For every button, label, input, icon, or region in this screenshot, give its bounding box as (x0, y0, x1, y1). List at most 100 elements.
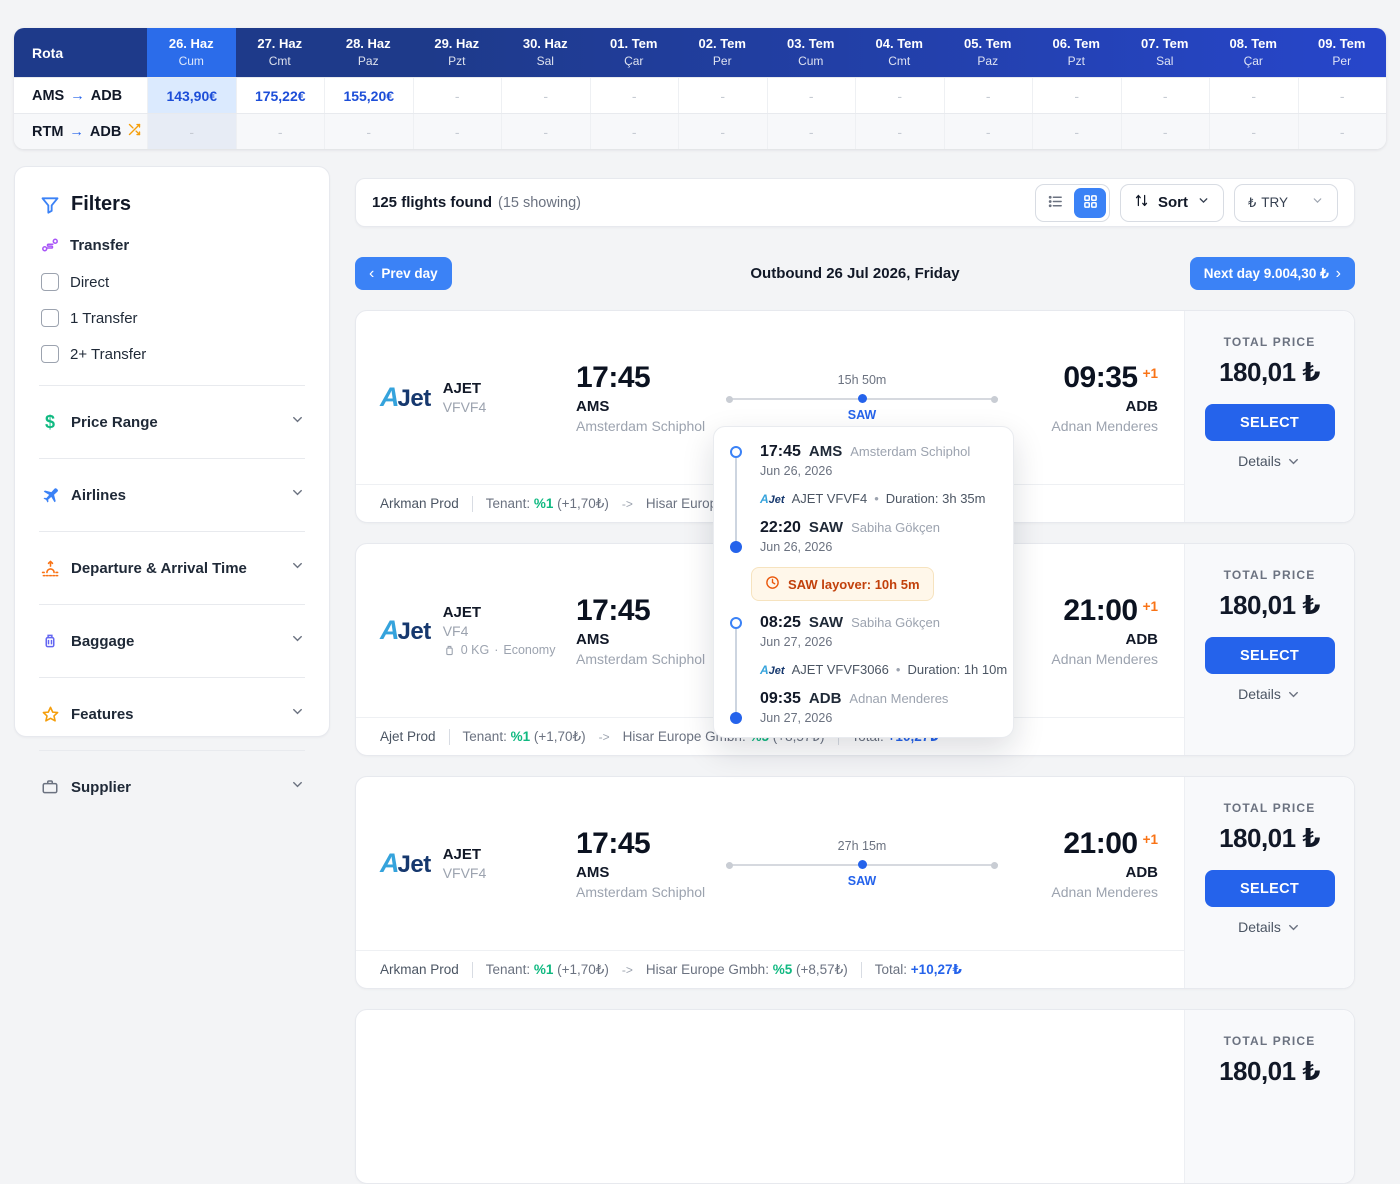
segment-flight-number: AJET VFVF3066 (792, 662, 889, 677)
price-cell[interactable]: - (501, 78, 590, 113)
strip-divider (472, 496, 473, 512)
grid-view-button[interactable] (1074, 188, 1106, 218)
segment-flight-row: AJet AJET VFVF4 • Duration: 3h 35m (760, 491, 997, 506)
total-price-value: 180,01 ₺ (1219, 357, 1320, 388)
route-to: ADB (91, 88, 122, 104)
price-cell[interactable]: - (324, 114, 413, 149)
price-cell[interactable]: - (855, 114, 944, 149)
date-column-01[interactable]: 01. TemÇar (590, 28, 679, 77)
currency-select[interactable]: ₺ TRY (1234, 184, 1338, 222)
date-column-06[interactable]: 06. TemPzt (1032, 28, 1121, 77)
date-column-07[interactable]: 07. TemSal (1121, 28, 1210, 77)
filter-option-1-transfer[interactable]: 1 Transfer (39, 300, 305, 336)
arrival-airport-name: Adnan Menderes (998, 418, 1158, 434)
tenant-percent: %1 (534, 496, 554, 511)
price-panel: TOTAL PRICE180,01 ₺ (1184, 1010, 1354, 1183)
segment-arr-date: Jun 27, 2026 (760, 711, 997, 725)
price-cell[interactable]: - (767, 114, 856, 149)
list-view-button[interactable] (1039, 188, 1071, 218)
day-label: Çar (1209, 54, 1298, 68)
details-toggle[interactable]: Details (1238, 453, 1301, 469)
segment-flight-row: AJet AJET VFVF3066 • Duration: 1h 10m (760, 662, 997, 677)
price-cell[interactable]: - (1121, 114, 1210, 149)
filter-section-features[interactable]: Features (39, 691, 305, 737)
filter-section-baggage[interactable]: Baggage (39, 618, 305, 664)
price-cell[interactable]: - (1298, 78, 1387, 113)
price-cell[interactable]: - (944, 78, 1033, 113)
date-column-27[interactable]: 27. HazCmt (236, 28, 325, 77)
baggage-allowance: 0 KG (461, 643, 490, 657)
prev-day-button[interactable]: ‹ Prev day (355, 257, 452, 290)
departure-time: 17:45 (576, 361, 726, 395)
checkbox[interactable] (41, 309, 59, 327)
day-label: Per (678, 54, 767, 68)
filter-option-2-transfer[interactable]: 2+ Transfer (39, 336, 305, 372)
sort-button[interactable]: Sort (1120, 184, 1224, 222)
select-button[interactable]: SELECT (1205, 870, 1335, 907)
price-cell[interactable]: 175,22€ (236, 78, 325, 113)
price-cell[interactable]: - (944, 114, 1033, 149)
price-cell[interactable]: 143,90€ (147, 78, 236, 113)
price-cell[interactable]: - (236, 114, 325, 149)
price-cell[interactable]: - (1032, 78, 1121, 113)
filter-option-direct[interactable]: Direct (39, 264, 305, 300)
filter-section-departure-arrival-time[interactable]: Departure & Arrival Time (39, 545, 305, 591)
flight-card: AJetAJETVFVF417:45AMSAmsterdam Schiphol2… (355, 776, 1355, 989)
price-cell[interactable]: - (413, 78, 502, 113)
duration-track (726, 394, 998, 403)
transfer-section-header: Transfer (39, 236, 305, 254)
price-cell[interactable]: 155,20€ (324, 78, 413, 113)
select-button[interactable]: SELECT (1205, 404, 1335, 441)
date-column-26[interactable]: 26. HazCum (147, 28, 236, 77)
filters-sidebar: Filters Transfer Direct1 Transfer2+ Tran… (14, 166, 330, 737)
date-column-05[interactable]: 05. TemPaz (944, 28, 1033, 77)
view-toggle (1035, 184, 1110, 222)
details-toggle[interactable]: Details (1238, 919, 1301, 935)
date-column-03[interactable]: 03. TemCum (767, 28, 856, 77)
filter-section-airlines[interactable]: Airlines (39, 472, 305, 518)
price-cell[interactable]: - (1209, 78, 1298, 113)
departure-block: 17:45AMSAmsterdam Schiphol (576, 594, 726, 667)
price-cell[interactable]: - (501, 114, 590, 149)
date-column-29[interactable]: 29. HazPzt (413, 28, 502, 77)
markup-total: Total: +10,27₺ (875, 962, 962, 978)
checkbox[interactable] (41, 345, 59, 363)
price-cell[interactable]: - (678, 78, 767, 113)
arrival-time: 09:35 (1063, 361, 1137, 395)
price-cell[interactable]: - (147, 114, 236, 149)
price-cell[interactable]: - (767, 78, 856, 113)
next-day-button[interactable]: Next day 9.004,30 ₺ › (1190, 257, 1355, 290)
price-cell[interactable]: - (1209, 114, 1298, 149)
filter-section-price-range[interactable]: $Price Range (39, 399, 305, 445)
arrival-airport-code: ADB (998, 864, 1158, 881)
grid-icon (1083, 194, 1098, 212)
stopover-dot (858, 860, 867, 869)
date-column-08[interactable]: 08. TemÇar (1209, 28, 1298, 77)
date-column-30[interactable]: 30. HazSal (501, 28, 590, 77)
price-cell[interactable]: - (1298, 114, 1387, 149)
segment-arr-code: ADB (809, 690, 842, 707)
date-column-28[interactable]: 28. HazPaz (324, 28, 413, 77)
date-column-09[interactable]: 09. TemPer (1298, 28, 1387, 77)
details-toggle[interactable]: Details (1238, 686, 1301, 702)
price-cell[interactable]: - (590, 78, 679, 113)
price-cell[interactable]: - (855, 78, 944, 113)
route-arrow-icon: → (70, 88, 85, 104)
price-cell[interactable]: - (413, 114, 502, 149)
price-cell[interactable]: - (678, 114, 767, 149)
departure-airport-code: AMS (576, 398, 726, 415)
filter-section-supplier[interactable]: Supplier (39, 764, 305, 810)
baggage-cabin-line: 0 KG·Economy (443, 643, 556, 657)
date-column-04[interactable]: 04. TemCmt (855, 28, 944, 77)
details-label: Details (1238, 686, 1281, 702)
date-column-02[interactable]: 02. TemPer (678, 28, 767, 77)
route-row: AMS→ADB143,90€175,22€155,20€----------- (14, 77, 1386, 113)
segment-dep-airport: Amsterdam Schiphol (850, 444, 970, 459)
segment-dep-date: Jun 27, 2026 (760, 635, 997, 649)
sidebar-divider (39, 458, 305, 459)
price-cell[interactable]: - (590, 114, 679, 149)
select-button[interactable]: SELECT (1205, 637, 1335, 674)
price-cell[interactable]: - (1032, 114, 1121, 149)
price-cell[interactable]: - (1121, 78, 1210, 113)
checkbox[interactable] (41, 273, 59, 291)
